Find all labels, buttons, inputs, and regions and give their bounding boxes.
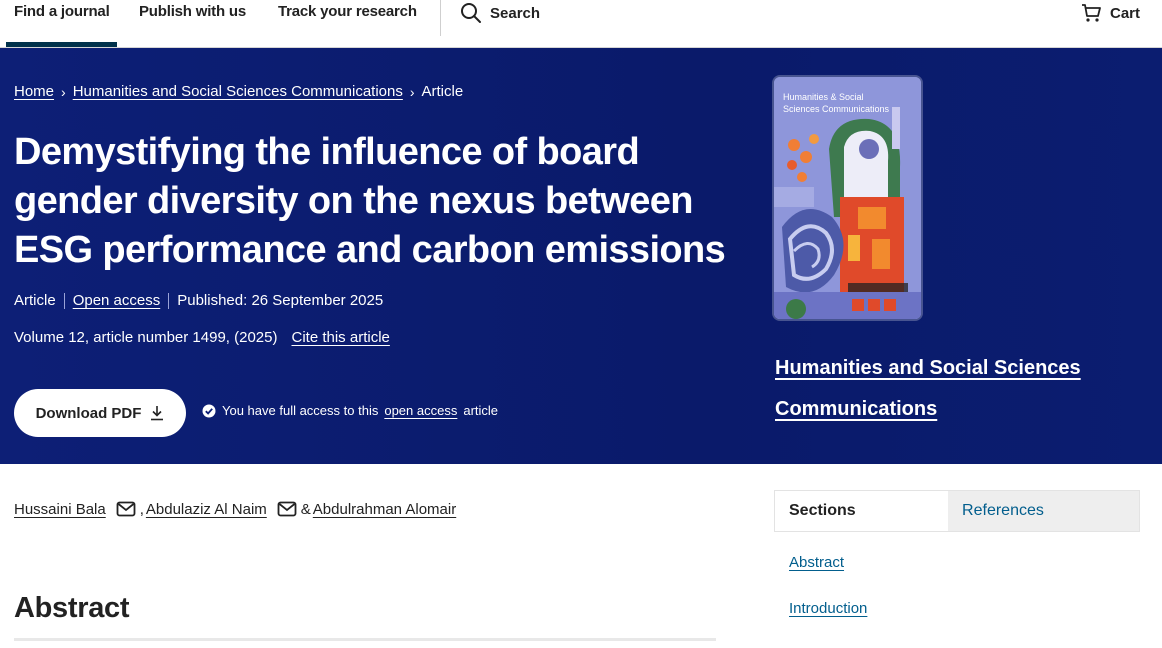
download-pdf-button[interactable]: Download PDF [14, 389, 186, 437]
published-date: Published: 26 September 2025 [177, 292, 384, 309]
access-note-suffix: article [463, 403, 499, 418]
divider [14, 638, 716, 641]
journal-cover[interactable]: Humanities & Social Sciences Communicati… [774, 77, 921, 319]
search-icon [461, 3, 481, 23]
section-link-introduction[interactable]: Introduction [789, 600, 867, 617]
search-button[interactable]: Search [460, 2, 540, 24]
volume-info: Volume 12, article number 1499, (2025) [14, 329, 278, 346]
author-separator: , [139, 500, 144, 518]
divider [168, 292, 170, 309]
tab-sections[interactable]: Sections [775, 491, 949, 531]
download-icon [151, 406, 164, 421]
journal-cover-title: Humanities & Social Sciences Communicati… [783, 92, 890, 114]
cart-label: Cart [1110, 4, 1141, 22]
email-icon[interactable] [277, 500, 297, 518]
cart-icon [1082, 4, 1101, 22]
divider [63, 292, 65, 309]
sidebar-tabs: Sections References [774, 490, 1140, 532]
chevron-right-icon: › [61, 83, 66, 100]
chevron-right-icon: › [409, 83, 415, 100]
breadcrumb: Home › Humanities and Social Sciences Co… [14, 83, 463, 100]
article-header: Home › Humanities and Social Sciences Co… [0, 48, 1162, 464]
check-circle-icon [202, 404, 216, 417]
open-access-note-link[interactable]: open access [384, 403, 457, 418]
email-icon[interactable] [116, 500, 136, 518]
open-access-link[interactable]: Open access [73, 292, 161, 309]
top-navigation: Find a journal Publish with us Track you… [0, 0, 1162, 48]
abstract-heading: Abstract [14, 592, 130, 624]
nav-find-a-journal[interactable]: Find a journal [14, 3, 110, 20]
search-label: Search [490, 4, 541, 22]
breadcrumb-home[interactable]: Home [14, 83, 54, 100]
access-note-prefix: You have full access to this [222, 403, 379, 418]
nav-publish-with-us[interactable]: Publish with us [139, 3, 246, 20]
breadcrumb-current: Article [421, 83, 464, 100]
author-list: Hussaini Bala , Abdulaziz Al Naim & Abdu… [14, 500, 456, 518]
article-meta: Article Open access Published: 26 Septem… [14, 292, 383, 309]
download-pdf-label: Download PDF [35, 404, 142, 422]
nav-track-your-research[interactable]: Track your research [278, 3, 417, 20]
cart-button[interactable]: Cart [1080, 2, 1140, 24]
breadcrumb-journal[interactable]: Humanities and Social Sciences Communica… [73, 83, 403, 100]
cite-this-article-link[interactable]: Cite this article [292, 329, 390, 346]
author-link[interactable]: Hussaini Bala [14, 501, 106, 518]
nav-active-indicator [6, 42, 117, 47]
author-link[interactable]: Abdulaziz Al Naim [146, 501, 267, 518]
tab-references[interactable]: References [948, 491, 1139, 531]
access-note: You have full access to this open access… [202, 403, 498, 418]
nav-divider [440, 0, 441, 36]
section-link-abstract[interactable]: Abstract [789, 554, 844, 571]
article-type: Article [14, 292, 56, 309]
article-title: Demystifying the influence of board gend… [14, 131, 726, 271]
author-link[interactable]: Abdulrahman Alomair [313, 501, 456, 518]
author-separator: & [300, 500, 311, 518]
journal-name-link[interactable]: Humanities and Social Sciences Communica… [775, 348, 1115, 430]
article-citation-info: Volume 12, article number 1499, (2025) C… [14, 329, 390, 346]
